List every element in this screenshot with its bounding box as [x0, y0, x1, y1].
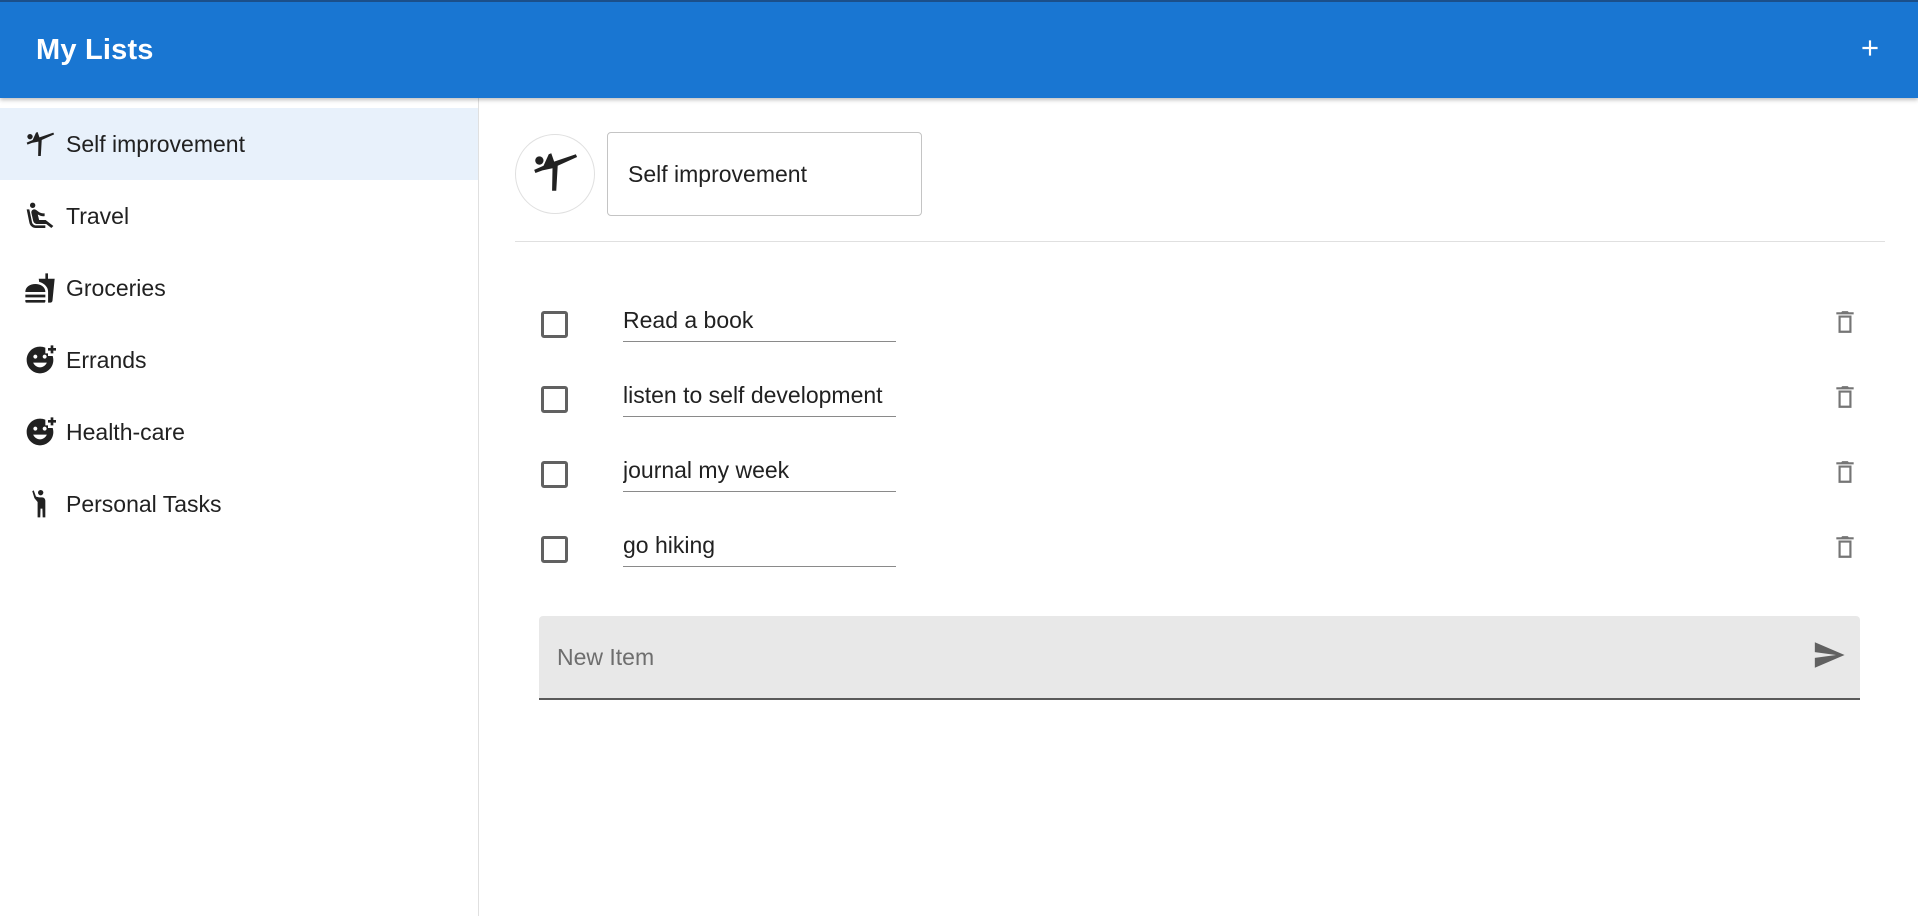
- new-item-field-container: [539, 616, 1860, 700]
- trash-icon: [1832, 382, 1858, 417]
- send-icon: [1812, 638, 1846, 677]
- item-text-field[interactable]: [623, 521, 896, 567]
- item-checkbox[interactable]: [541, 461, 568, 488]
- sidebar-item-errands[interactable]: Errands: [0, 324, 478, 396]
- list-item: [539, 446, 1869, 521]
- sidebar-item-label: Errands: [66, 346, 147, 373]
- item-checkbox[interactable]: [541, 536, 568, 563]
- item-text-field[interactable]: [623, 446, 896, 492]
- sidebar-item-personal-tasks[interactable]: Personal Tasks: [0, 468, 478, 540]
- delete-item-button[interactable]: [1829, 306, 1861, 342]
- sidebar-item-travel[interactable]: Travel: [0, 180, 478, 252]
- item-checkbox[interactable]: [541, 386, 568, 413]
- list-item: [539, 521, 1869, 596]
- add-reaction-icon: [24, 414, 60, 450]
- add-list-button[interactable]: [1846, 26, 1894, 74]
- sidebar-item-self-improvement[interactable]: Self improvement: [0, 108, 478, 180]
- send-button[interactable]: [1809, 637, 1849, 677]
- trash-icon: [1832, 457, 1858, 492]
- sidebar-item-label: Travel: [66, 202, 130, 229]
- trash-icon: [1832, 532, 1858, 567]
- item-text-field[interactable]: [623, 371, 896, 417]
- todo-items: [539, 296, 1869, 596]
- hiking-person-icon: [24, 486, 60, 522]
- fastfood-icon: [24, 270, 60, 306]
- list-icon-button[interactable]: [515, 134, 595, 214]
- delete-item-button[interactable]: [1829, 381, 1861, 417]
- sidebar-item-health-care[interactable]: Health-care: [0, 396, 478, 468]
- trash-icon: [1832, 307, 1858, 342]
- list-name-field[interactable]: [607, 132, 922, 216]
- sidebar-item-label: Health-care: [66, 418, 185, 445]
- delete-item-button[interactable]: [1829, 531, 1861, 567]
- kicking-person-icon: [24, 126, 60, 162]
- list-header: [515, 132, 1885, 242]
- kicking-person-icon: [530, 147, 580, 202]
- new-item-input[interactable]: [539, 616, 1779, 698]
- sidebar-item-groceries[interactable]: Groceries: [0, 252, 478, 324]
- plus-icon: [1857, 35, 1883, 66]
- app-title: My Lists: [36, 33, 154, 66]
- sidebar-item-label: Personal Tasks: [66, 490, 222, 517]
- sidebar-item-label: Groceries: [66, 274, 166, 301]
- list-item: [539, 371, 1869, 446]
- item-text-field[interactable]: [623, 296, 896, 342]
- item-checkbox[interactable]: [541, 311, 568, 338]
- app-bar: My Lists: [0, 0, 1918, 98]
- add-reaction-icon: [24, 342, 60, 378]
- sidebar-item-label: Self improvement: [66, 130, 245, 157]
- airline-seat-icon: [24, 198, 60, 234]
- list-detail: [479, 98, 1918, 916]
- sidebar: Self improvement Travel Groceries Errand…: [0, 98, 479, 916]
- list-item: [539, 296, 1869, 371]
- delete-item-button[interactable]: [1829, 456, 1861, 492]
